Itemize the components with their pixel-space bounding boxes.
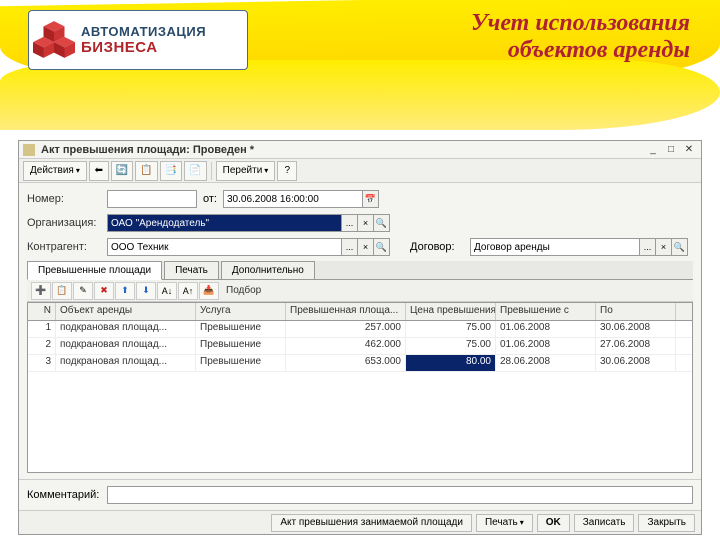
contragent-label: Контрагент: bbox=[27, 241, 107, 253]
grid-sort-asc-icon[interactable]: A↓ bbox=[157, 282, 177, 300]
titlebar: Акт превышения площади: Проведен * _ □ ✕ bbox=[19, 141, 701, 159]
close-button[interactable]: ✕ bbox=[681, 143, 697, 157]
org-clear-button[interactable]: × bbox=[357, 214, 374, 232]
tabs: Превышенные площади Печать Дополнительно bbox=[27, 261, 693, 280]
footer: Акт превышения занимаемой площади Печать… bbox=[19, 510, 701, 534]
footer-save-button[interactable]: Записать bbox=[574, 514, 635, 532]
comment-label: Комментарий: bbox=[27, 489, 99, 501]
col-area[interactable]: Превышенная площа... bbox=[286, 303, 406, 320]
tab-areas[interactable]: Превышенные площади bbox=[27, 261, 162, 280]
tab-print[interactable]: Печать bbox=[164, 261, 219, 279]
logo-line2: БИЗНЕСА bbox=[81, 39, 206, 56]
org-label: Организация: bbox=[27, 217, 107, 229]
form-area: Номер: от: 📅 Организация: ... × 🔍 Контра… bbox=[19, 183, 701, 479]
app-window: Акт превышения площади: Проведен * _ □ ✕… bbox=[18, 140, 702, 535]
grid-empty-area[interactable] bbox=[28, 372, 692, 472]
table-row[interactable]: 3подкрановая площад...Превышение653.0008… bbox=[28, 355, 692, 372]
col-from[interactable]: Превышение с bbox=[496, 303, 596, 320]
grid-add-copy-icon[interactable]: 📋 bbox=[52, 282, 72, 300]
toolbar-post-icon[interactable]: 📋 bbox=[135, 161, 157, 181]
number-label: Номер: bbox=[27, 193, 107, 205]
toolbar-copy-icon[interactable]: 📑 bbox=[160, 161, 182, 181]
col-object[interactable]: Объект аренды bbox=[56, 303, 196, 320]
contragent-input[interactable] bbox=[107, 238, 342, 256]
logo: АВТОМАТИЗАЦИЯ БИЗНЕСА bbox=[28, 10, 248, 70]
window-icon bbox=[23, 144, 35, 156]
grid-add-icon[interactable]: ➕ bbox=[31, 282, 51, 300]
logo-line1: АВТОМАТИЗАЦИЯ bbox=[81, 24, 206, 39]
grid-edit-icon[interactable]: ✎ bbox=[73, 282, 93, 300]
col-price[interactable]: Цена превышения bbox=[406, 303, 496, 320]
actions-menu[interactable]: Действия▾ bbox=[23, 161, 87, 181]
toolbar-doc-icon[interactable]: 📄 bbox=[184, 161, 206, 181]
contract-select-button[interactable]: ... bbox=[639, 238, 656, 256]
col-service[interactable]: Услуга bbox=[196, 303, 286, 320]
toolbar-back-icon[interactable]: ⬅ bbox=[89, 161, 109, 181]
org-open-button[interactable]: 🔍 bbox=[373, 214, 390, 232]
grid-toolbar: ➕ 📋 ✎ ✖ ⬆ ⬇ A↓ A↑ 📥 Подбор bbox=[27, 280, 693, 302]
contract-input[interactable] bbox=[470, 238, 640, 256]
contragent-open-button[interactable]: 🔍 bbox=[373, 238, 390, 256]
maximize-button[interactable]: □ bbox=[663, 143, 679, 157]
grid-moveup-icon[interactable]: ⬆ bbox=[115, 282, 135, 300]
contragent-select-button[interactable]: ... bbox=[341, 238, 358, 256]
date-label: от: bbox=[197, 193, 223, 205]
logo-cubes-icon bbox=[33, 19, 75, 61]
contract-label: Договор: bbox=[410, 241, 470, 253]
contract-clear-button[interactable]: × bbox=[655, 238, 672, 256]
help-button[interactable]: ? bbox=[277, 161, 297, 181]
grid-delete-icon[interactable]: ✖ bbox=[94, 282, 114, 300]
org-select-button[interactable]: ... bbox=[341, 214, 358, 232]
page-title: Учет использования объектов аренды bbox=[471, 10, 690, 64]
footer-ok-button[interactable]: OK bbox=[537, 514, 570, 532]
grid: N Объект аренды Услуга Превышенная площа… bbox=[27, 302, 693, 473]
footer-doc-button[interactable]: Акт превышения занимаемой площади bbox=[271, 514, 472, 532]
table-row[interactable]: 1подкрановая площад...Превышение257.0007… bbox=[28, 321, 692, 338]
window-title: Акт превышения площади: Проведен * bbox=[41, 144, 645, 156]
minimize-button[interactable]: _ bbox=[645, 143, 661, 157]
footer-close-button[interactable]: Закрыть bbox=[638, 514, 695, 532]
comment-input[interactable] bbox=[107, 486, 693, 504]
contragent-clear-button[interactable]: × bbox=[357, 238, 374, 256]
footer-print-button[interactable]: Печать▾ bbox=[476, 514, 533, 532]
grid-fill-icon[interactable]: 📥 bbox=[199, 282, 219, 300]
grid-movedown-icon[interactable]: ⬇ bbox=[136, 282, 156, 300]
grid-header: N Объект аренды Услуга Превышенная площа… bbox=[28, 303, 692, 321]
table-row[interactable]: 2подкрановая площад...Превышение462.0007… bbox=[28, 338, 692, 355]
date-input[interactable] bbox=[223, 190, 363, 208]
banner: АВТОМАТИЗАЦИЯ БИЗНЕСА Учет использования… bbox=[0, 0, 720, 130]
comment-row: Комментарий: bbox=[19, 479, 701, 510]
main-toolbar: Действия▾ ⬅ 🔄 📋 📑 📄 Перейти▾ ? bbox=[19, 159, 701, 183]
org-input[interactable] bbox=[107, 214, 342, 232]
col-n[interactable]: N bbox=[28, 303, 56, 320]
toolbar-refresh-icon[interactable]: 🔄 bbox=[111, 161, 133, 181]
col-to[interactable]: По bbox=[596, 303, 676, 320]
tab-additional[interactable]: Дополнительно bbox=[221, 261, 315, 279]
goto-menu[interactable]: Перейти▾ bbox=[216, 161, 276, 181]
calendar-icon[interactable]: 📅 bbox=[362, 190, 379, 208]
number-input[interactable] bbox=[107, 190, 197, 208]
grid-selection-button[interactable]: Подбор bbox=[220, 285, 267, 296]
grid-sort-desc-icon[interactable]: A↑ bbox=[178, 282, 198, 300]
contract-open-button[interactable]: 🔍 bbox=[671, 238, 688, 256]
